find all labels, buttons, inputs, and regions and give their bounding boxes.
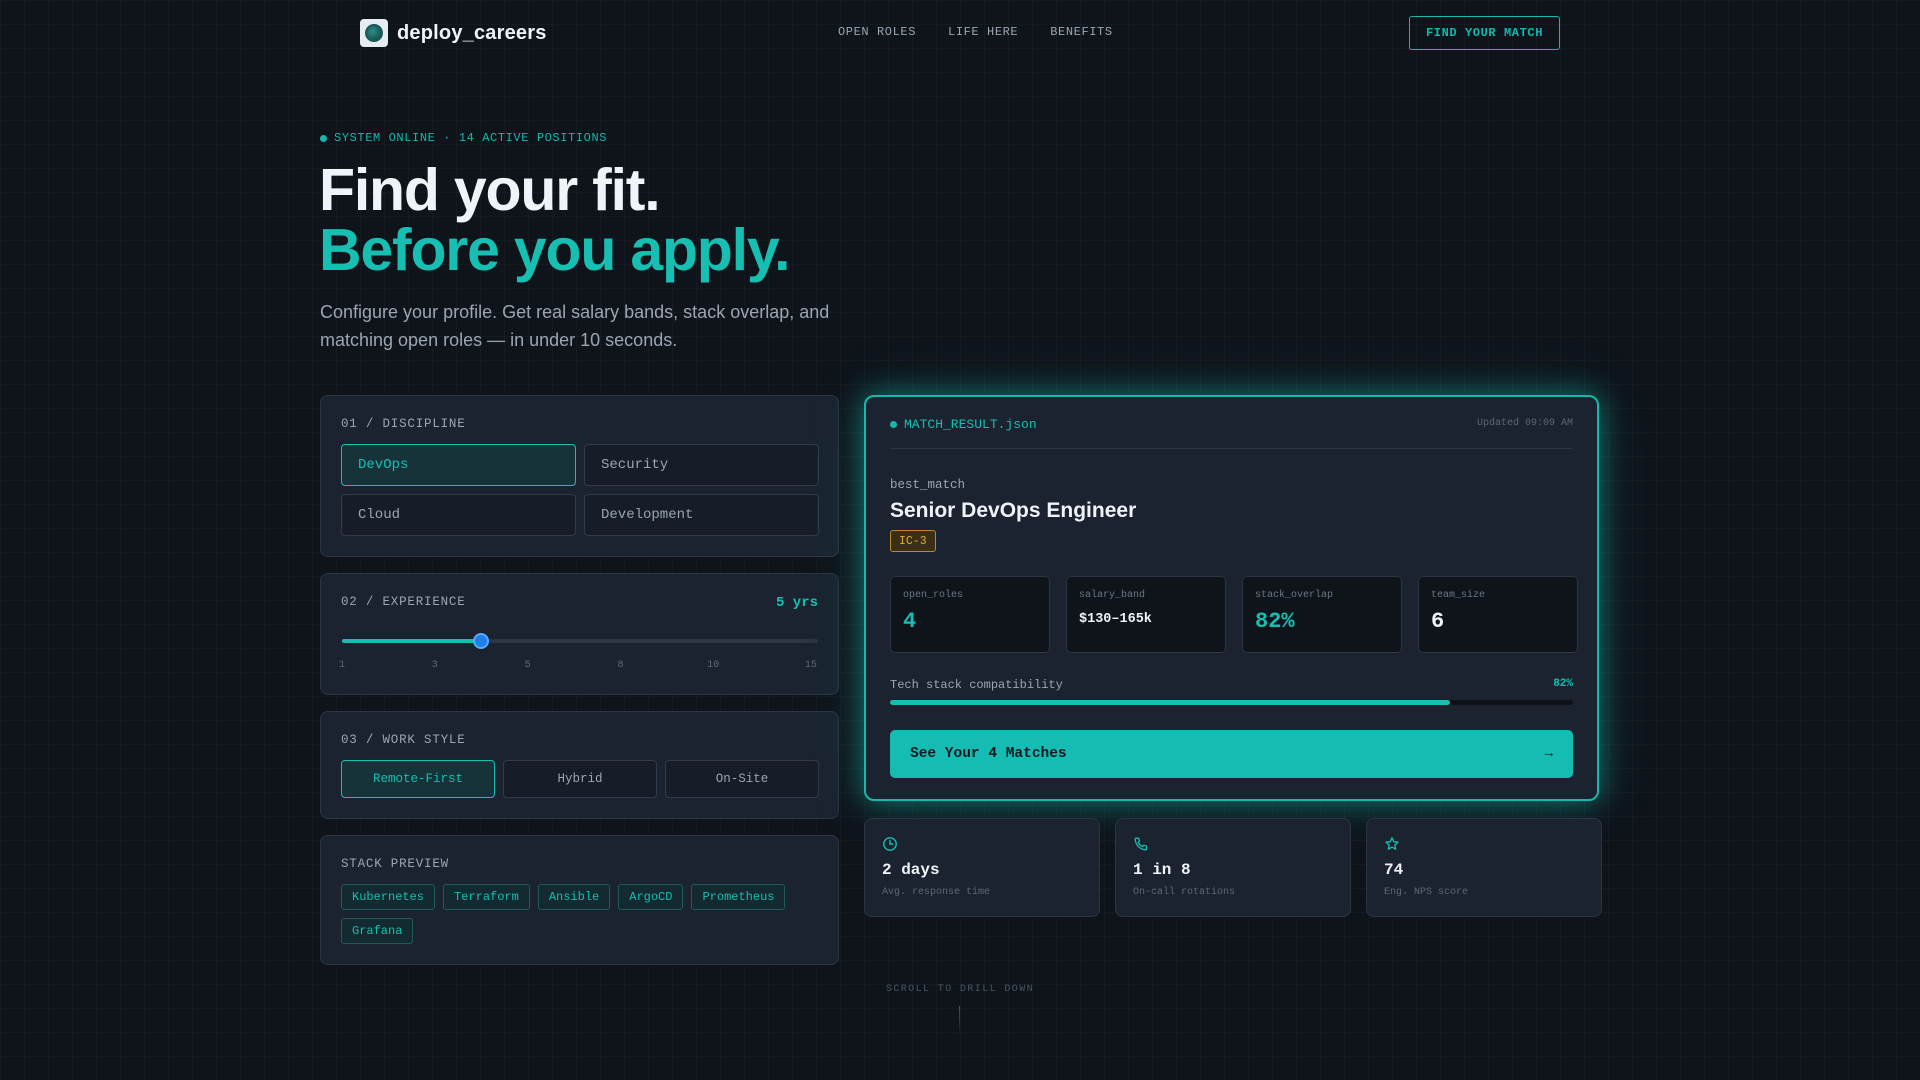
discipline-options: DevOps Security Cloud Development [341,444,819,536]
stack-tag: ArgoCD [618,884,684,910]
experience-tick: 10 [707,660,720,671]
experience-tick: 15 [804,660,817,671]
mini-stat-on-call: 1 in 8 On-call rotations [1115,818,1351,917]
work-style-hybrid[interactable]: Hybrid [503,760,657,798]
stat-open-roles: open_roles 4 [890,576,1050,653]
stack-preview-label: STACK PREVIEW [341,857,449,871]
mini-stat-label: Eng. NPS score [1384,887,1469,898]
mini-stat-label: On-call rotations [1133,887,1236,898]
mini-stat-nps: 74 Eng. NPS score [1366,818,1602,917]
stack-tag: Ansible [537,884,611,910]
work-style-panel: 03 / WORK STYLE Remote-First Hybrid On-S… [320,711,839,819]
work-style-label: 03 / WORK STYLE [341,733,466,747]
discipline-option-devops[interactable]: DevOps [341,444,576,486]
mini-stat-value: 74 [1384,861,1404,879]
compat-progress-fill [890,700,1451,705]
match-result-card: MATCH_RESULT.json Updated 09:09 AM best_… [864,395,1599,801]
experience-tick: 8 [617,660,624,671]
hero-title: Find your fit. Before you apply. [319,157,790,283]
phone-icon [1134,837,1148,851]
experience-slider-thumb[interactable] [472,633,489,649]
discipline-option-development[interactable]: Development [584,494,819,536]
experience-value: 5 yrs [775,595,818,611]
stat-value: 6 [1431,609,1445,634]
experience-label: 02 / EXPERIENCE [341,595,466,609]
discipline-option-cloud[interactable]: Cloud [341,494,576,536]
mini-stat-response-time: 2 days Avg. response time [864,818,1100,917]
scroll-hint: SCROLL TO DRILL DOWN [885,984,1035,995]
nav-link-open-roles[interactable]: OPEN ROLES [838,25,916,39]
stat-key: salary_band [1079,590,1146,601]
stat-value: 82% [1255,609,1295,634]
see-matches-label: See Your 4 Matches [910,746,1067,762]
stat-value: $130–165k [1079,612,1152,627]
level-badge: IC-3 [890,530,936,552]
compat-progress-bar [890,700,1573,705]
mini-stat-value: 2 days [882,861,940,879]
best-match-label: best_match [890,478,966,492]
match-stats: open_roles 4 salary_band $130–165k stack… [890,576,1578,653]
discipline-panel: 01 / DISCIPLINE DevOps Security Cloud De… [320,395,839,557]
match-result-filename: MATCH_RESULT.json [904,417,1037,432]
discipline-label: 01 / DISCIPLINE [341,417,466,431]
status-text: SYSTEM ONLINE · 14 ACTIVE POSITIONS [334,131,608,145]
match-result-file: MATCH_RESULT.json [890,417,1037,432]
discipline-option-security[interactable]: Security [584,444,819,486]
see-matches-button[interactable]: See Your 4 Matches → [890,730,1573,778]
stat-key: team_size [1431,590,1486,601]
hero-title-line2: Before you apply. [319,217,790,283]
stack-tag: Prometheus [691,884,786,910]
work-style-remote-first[interactable]: Remote-First [341,760,495,798]
mini-stat-label: Avg. response time [882,887,991,898]
experience-tick: 5 [524,660,531,671]
stat-key: stack_overlap [1255,590,1334,601]
hero-title-line1: Find your fit. [319,157,661,223]
status-dot-icon [320,134,327,142]
compat-label: Tech stack compatibility [890,678,1063,692]
stat-stack-overlap: stack_overlap 82% [1242,576,1402,653]
updated-timestamp: Updated 09:09 AM [1476,418,1573,429]
hero-subtitle: Configure your profile. Get real salary … [320,302,830,350]
mini-stat-value: 1 in 8 [1133,861,1191,879]
stat-value: 4 [903,609,917,634]
work-style-options: Remote-First Hybrid On-Site [341,760,819,798]
compat-value: 82% [1553,678,1573,690]
experience-tick: 1 [338,660,346,671]
nav-link-life-here[interactable]: LIFE HERE [948,25,1018,39]
experience-ticks: 1 3 5 8 10 15 [338,660,818,672]
scroll-indicator-line [959,1006,960,1036]
stat-team-size: team_size 6 [1418,576,1578,653]
clock-icon [883,837,897,851]
stat-key: open_roles [903,590,964,601]
file-status-dot-icon [890,421,897,428]
experience-slider-fill [342,639,481,643]
logo-icon [360,19,388,47]
experience-slider[interactable] [342,633,818,649]
best-match-title: Senior DevOps Engineer [890,499,1137,522]
stack-tag: Terraform [443,884,530,910]
top-nav: deploy_careers OPEN ROLES LIFE HERE BENE… [0,0,1920,66]
stat-salary-band: salary_band $130–165k [1066,576,1226,653]
stack-tag: Grafana [341,918,414,944]
star-icon [1385,837,1399,850]
system-status: SYSTEM ONLINE · 14 ACTIVE POSITIONS [320,131,607,145]
stack-tags: Kubernetes Terraform Ansible ArgoCD Prom… [341,884,811,944]
match-result-header: MATCH_RESULT.json Updated 09:09 AM [890,417,1573,449]
experience-tick: 3 [431,660,438,671]
brand[interactable]: deploy_careers [360,19,547,47]
nav-link-benefits[interactable]: BENEFITS [1050,25,1112,39]
stack-tag: Kubernetes [341,884,436,910]
stack-preview-panel: STACK PREVIEW Kubernetes Terraform Ansib… [320,835,839,965]
find-your-match-button[interactable]: FIND YOUR MATCH [1409,16,1560,50]
nav-links: OPEN ROLES LIFE HERE BENEFITS [838,25,1113,39]
brand-name: deploy_careers [397,21,547,44]
work-style-on-site[interactable]: On-Site [665,760,819,798]
experience-panel: 02 / EXPERIENCE 5 yrs 1 3 5 8 10 15 [320,573,839,695]
arrow-right-icon: → [1544,746,1553,762]
